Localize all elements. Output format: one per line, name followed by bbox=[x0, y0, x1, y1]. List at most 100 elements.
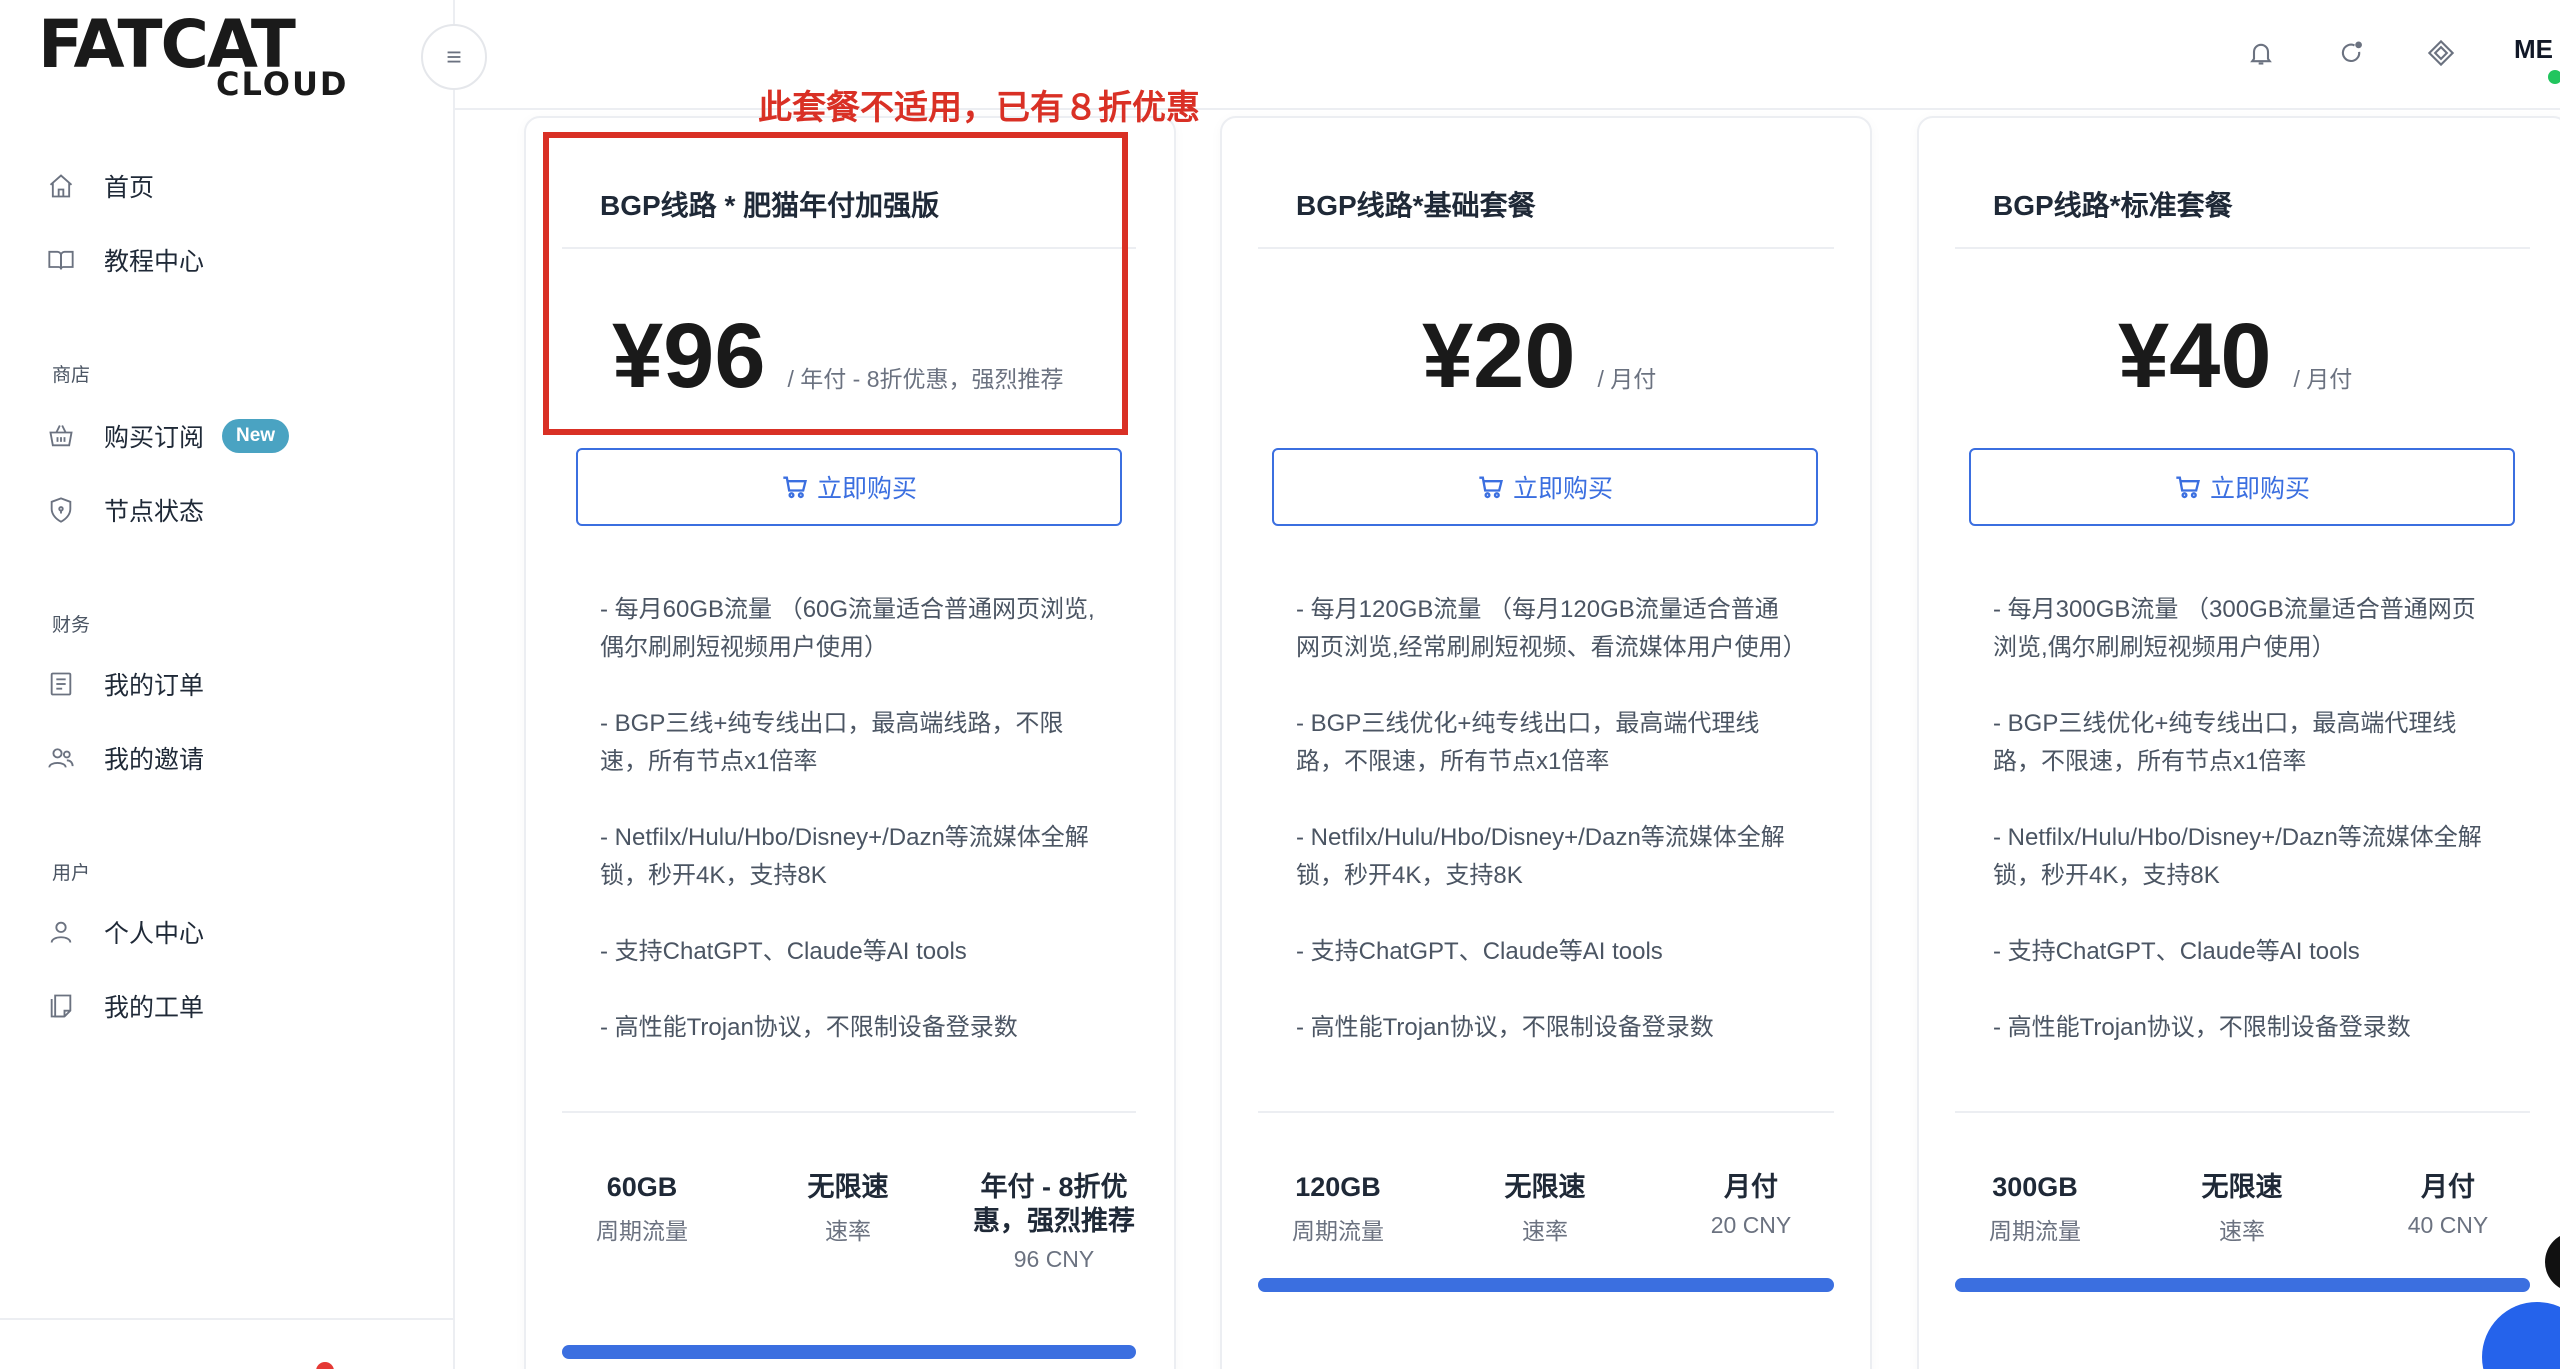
stat-value: 120GB bbox=[1295, 1172, 1381, 1202]
shield-icon bbox=[46, 495, 76, 525]
diamond-icon[interactable] bbox=[2424, 36, 2458, 70]
price-note: / 月付 bbox=[2293, 366, 2353, 392]
feature-item: - 每月120GB流量 （每月120GB流量适合普通网页浏览,经常刷刷短视频、看… bbox=[1296, 596, 1807, 661]
feature-item: - 每月300GB流量 （300GB流量适合普通网页浏览,偶尔刷刷短视频用户使用… bbox=[1993, 596, 2476, 661]
stat-label: 速率 bbox=[2219, 1218, 2265, 1244]
stat-label: 96 CNY bbox=[1013, 1246, 1095, 1272]
progress-bar bbox=[1955, 1278, 2530, 1292]
feature-item: - 支持ChatGPT、Claude等AI tools bbox=[1296, 938, 1663, 965]
price-note: / 月付 bbox=[1597, 366, 1657, 392]
refresh-icon[interactable] bbox=[2334, 36, 2368, 70]
stat-label: 周期流量 bbox=[1989, 1218, 2081, 1244]
menu-toggle-button[interactable] bbox=[421, 24, 487, 90]
sidebar-item-tutorials[interactable]: 教程中心 bbox=[46, 236, 204, 284]
stat-traffic: 60GB 周期流量 bbox=[562, 1170, 722, 1246]
feature-item: - BGP三线优化+纯专线出口，最高端代理线路，不限速，所有节点x1倍率 bbox=[1993, 710, 2457, 775]
buy-now-label: 立即购买 bbox=[2209, 475, 2310, 503]
stat-traffic: 300GB 周期流量 bbox=[1955, 1170, 2115, 1246]
cart-icon bbox=[783, 476, 807, 499]
annotation-highlight-box bbox=[543, 132, 1128, 435]
stat-value: 300GB bbox=[1992, 1172, 2078, 1202]
buy-now-label: 立即购买 bbox=[1512, 475, 1613, 503]
stat-value: 月付 bbox=[1724, 1172, 1778, 1202]
ticket-icon bbox=[46, 991, 76, 1021]
stat-value: 月付 bbox=[2421, 1172, 2475, 1202]
stat-speed: 无限速 速率 bbox=[1465, 1170, 1625, 1246]
sidebar-item-tickets[interactable]: 我的工单 bbox=[46, 982, 204, 1030]
feature-item: - 每月60GB流量 （60G流量适合普通网页浏览,偶尔刷刷短视频用户使用） bbox=[600, 596, 1095, 661]
feature-item: - Netfilx/Hulu/Hbo/Disney+/Dazn等流媒体全解锁，秒… bbox=[1993, 824, 2482, 889]
plan-features: - 每月60GB流量 （60G流量适合普通网页浏览,偶尔刷刷短视频用户使用） -… bbox=[600, 591, 1100, 1085]
sidebar-item-label: 教程中心 bbox=[104, 248, 205, 276]
section-title-shop: 商店 bbox=[52, 365, 91, 386]
notification-dot bbox=[316, 1362, 334, 1369]
book-icon bbox=[46, 245, 76, 275]
stat-speed: 无限速 速率 bbox=[2162, 1170, 2322, 1246]
plan-title: BGP线路*基础套餐 bbox=[1296, 190, 1536, 221]
basket-icon bbox=[46, 421, 76, 451]
price-row: ¥40 / 月付 bbox=[2118, 306, 2352, 406]
buy-now-button[interactable]: 立即购买 bbox=[1272, 448, 1818, 526]
sidebar-item-label: 节点状态 bbox=[104, 498, 205, 526]
new-badge: New bbox=[222, 419, 290, 453]
sidebar-item-profile[interactable]: 个人中心 bbox=[46, 908, 204, 956]
user-icon bbox=[46, 917, 76, 947]
sidebar-item-my-invites[interactable]: 我的邀请 bbox=[46, 734, 204, 782]
online-status-dot bbox=[2548, 70, 2560, 84]
cart-icon bbox=[2176, 476, 2200, 499]
plan-price: ¥40 bbox=[2118, 305, 2272, 407]
buy-now-button[interactable]: 立即购买 bbox=[1969, 448, 2515, 526]
users-icon bbox=[46, 743, 76, 773]
sidebar-item-label: 我的订单 bbox=[104, 672, 205, 700]
sidebar-item-label: 首页 bbox=[104, 174, 155, 202]
stat-billing: 月付 40 CNY bbox=[2368, 1170, 2528, 1239]
progress-bar bbox=[1258, 1278, 1834, 1292]
sidebar-item-node-status[interactable]: 节点状态 bbox=[46, 486, 204, 534]
stat-billing: 月付 20 CNY bbox=[1671, 1170, 1831, 1239]
stat-label: 20 CNY bbox=[1710, 1212, 1792, 1238]
logo-sub-text: CLOUD bbox=[216, 65, 349, 103]
feature-item: - 支持ChatGPT、Claude等AI tools bbox=[1993, 938, 2360, 965]
plan-features: - 每月300GB流量 （300GB流量适合普通网页浏览,偶尔刷刷短视频用户使用… bbox=[1993, 591, 2493, 1085]
feature-item: - 高性能Trojan协议，不限制设备登录数 bbox=[1296, 1014, 1714, 1041]
sidebar-footer-divider bbox=[0, 1318, 455, 1320]
section-title-finance: 财务 bbox=[52, 615, 91, 636]
stat-value: 无限速 bbox=[2201, 1172, 2283, 1202]
plan-features: - 每月120GB流量 （每月120GB流量适合普通网页浏览,经常刷刷短视频、看… bbox=[1296, 591, 1807, 1085]
sidebar-item-label: 我的工单 bbox=[104, 994, 205, 1022]
stat-label: 周期流量 bbox=[1292, 1218, 1384, 1244]
buy-now-button[interactable]: 立即购买 bbox=[576, 448, 1122, 526]
feature-item: - BGP三线+纯专线出口，最高端线路，不限速，所有节点x1倍率 bbox=[600, 710, 1064, 775]
sidebar-item-my-orders[interactable]: 我的订单 bbox=[46, 660, 204, 708]
plan-title: BGP线路*标准套餐 bbox=[1993, 190, 2233, 221]
stat-label: 周期流量 bbox=[596, 1218, 688, 1244]
stat-value: 年付 - 8折优惠，强烈推荐 bbox=[973, 1172, 1135, 1236]
sidebar-item-home[interactable]: 首页 bbox=[46, 162, 154, 210]
stat-label: 速率 bbox=[825, 1218, 871, 1244]
annotation-text: 此套餐不适用，已有８折优惠 bbox=[758, 89, 1200, 127]
price-row: ¥20 / 月付 bbox=[1422, 306, 1656, 406]
card-divider bbox=[1258, 1111, 1834, 1113]
feature-item: - Netfilx/Hulu/Hbo/Disney+/Dazn等流媒体全解锁，秒… bbox=[1296, 824, 1785, 889]
bell-icon[interactable] bbox=[2244, 36, 2278, 70]
menu-icon bbox=[447, 51, 461, 63]
sidebar-item-label: 个人中心 bbox=[104, 920, 205, 948]
receipt-icon bbox=[46, 669, 76, 699]
feature-item: - 高性能Trojan协议，不限制设备登录数 bbox=[600, 1014, 1018, 1041]
stat-billing: 年付 - 8折优惠，强烈推荐 96 CNY bbox=[966, 1170, 1142, 1273]
card-divider bbox=[1258, 247, 1834, 249]
stat-value: 无限速 bbox=[1504, 1172, 1586, 1202]
feature-item: - 支持ChatGPT、Claude等AI tools bbox=[600, 938, 967, 965]
plan-price: ¥20 bbox=[1422, 305, 1576, 407]
card-divider bbox=[1955, 247, 2530, 249]
cart-icon bbox=[1479, 476, 1503, 499]
feature-item: - 高性能Trojan协议，不限制设备登录数 bbox=[1993, 1014, 2411, 1041]
logo[interactable]: FATCAT CLOUD bbox=[38, 12, 346, 101]
progress-bar bbox=[562, 1345, 1136, 1359]
sidebar: FATCAT CLOUD 首页 教程中心 商店 购买订阅 New 节点状态 财务… bbox=[0, 0, 455, 1369]
sidebar-item-buy-subscription[interactable]: 购买订阅 New bbox=[46, 412, 290, 460]
avatar[interactable]: ME bbox=[2514, 34, 2553, 65]
home-icon bbox=[46, 171, 76, 201]
stat-value: 无限速 bbox=[807, 1172, 889, 1202]
sidebar-item-label: 购买订阅 bbox=[104, 424, 205, 452]
